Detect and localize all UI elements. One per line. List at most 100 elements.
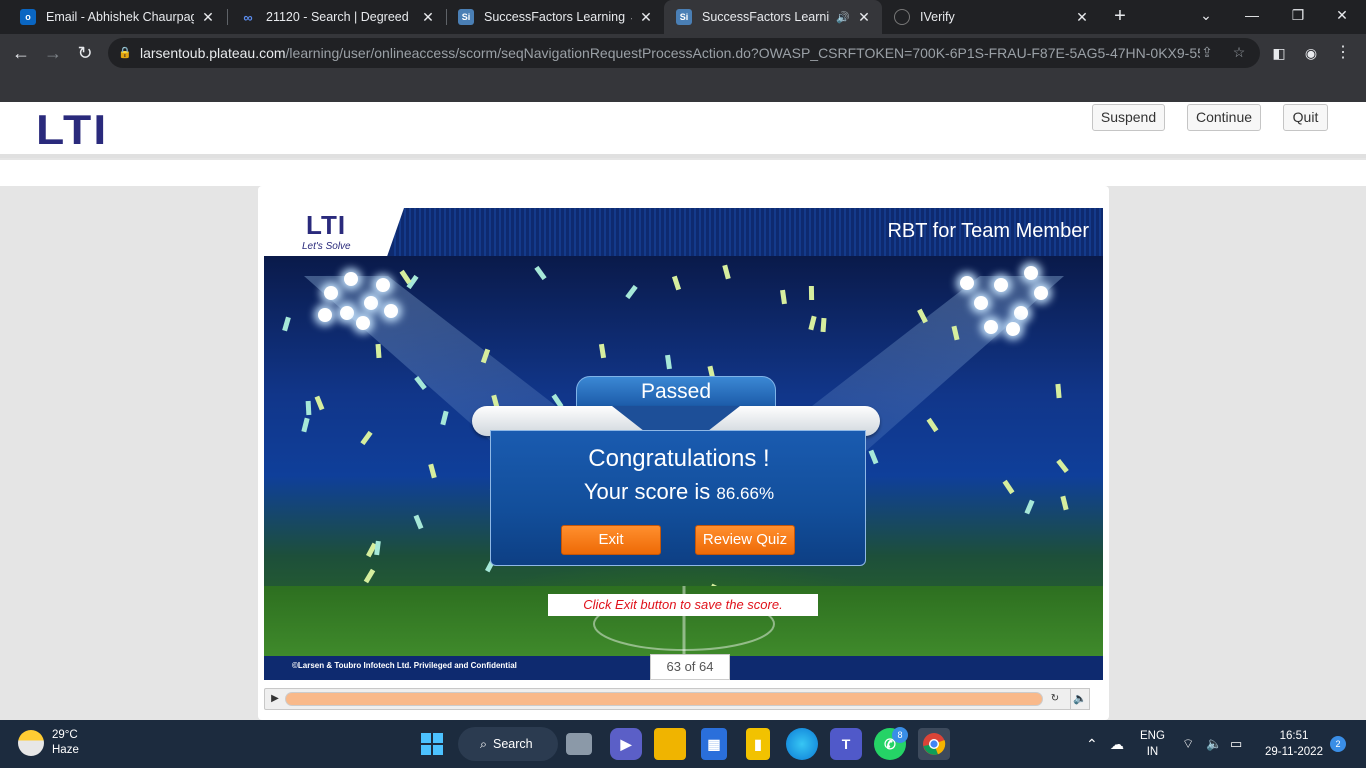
file-explorer-icon[interactable]: [654, 728, 686, 760]
tab-title: SuccessFactors Learning → Le: [484, 10, 632, 24]
taskbar-search[interactable]: ⌕ Search: [458, 727, 558, 761]
confetti-piece: [305, 400, 312, 416]
tab-title: Email - Abhishek Chaurpagar: [46, 10, 194, 24]
close-window-button[interactable]: ✕: [1322, 0, 1362, 30]
clock-time: 16:51: [1279, 730, 1309, 742]
url-path: /learning/user/onlineaccess/scorm/seqNav…: [285, 45, 1200, 61]
microsoft-store-icon[interactable]: ▦: [701, 728, 727, 760]
battery-icon[interactable]: ▭: [1230, 736, 1242, 752]
weather-widget[interactable]: 29°C Haze: [18, 728, 79, 758]
close-icon[interactable]: ✕: [1074, 9, 1090, 26]
reload-button[interactable]: ↻: [72, 40, 98, 66]
review-quiz-button[interactable]: Review Quiz: [695, 525, 795, 555]
speaker-icon[interactable]: 🔊: [836, 11, 850, 24]
tab-degreed[interactable]: ∞ 21120 - Search | Degreed ✕: [228, 0, 446, 34]
score-value: 86.66%: [716, 484, 775, 503]
volume-tray-icon[interactable]: 🔈: [1206, 736, 1222, 752]
stadium-light: [1034, 286, 1048, 300]
back-button[interactable]: ←: [8, 40, 34, 66]
address-toolbar: ← → ↻ 🔒 larsentoub.plateau.com/learning/…: [0, 34, 1366, 72]
tab-successfactors-1[interactable]: Si SuccessFactors Learning → Le ✕: [446, 0, 664, 34]
wifi-icon[interactable]: ⌔: [1182, 736, 1194, 752]
url-text[interactable]: larsentoub.plateau.com/learning/user/onl…: [140, 45, 1200, 61]
close-icon[interactable]: ✕: [200, 9, 216, 26]
tab-title: IVerify: [920, 10, 955, 24]
tab-iverify[interactable]: IVerify ✕: [882, 0, 1100, 34]
bookmark-star-icon[interactable]: ☆: [1230, 44, 1248, 62]
confetti-piece: [598, 343, 607, 359]
notification-badge[interactable]: 2: [1330, 736, 1346, 752]
browser-toolbar-strip: [0, 72, 1366, 102]
play-icon[interactable]: ▶: [267, 691, 283, 707]
confetti-piece: [314, 395, 325, 411]
replay-icon[interactable]: ↻: [1047, 691, 1063, 707]
confetti-piece: [820, 317, 827, 333]
confetti-piece: [360, 430, 373, 446]
language-indicator[interactable]: ENG IN: [1140, 728, 1165, 760]
stadium-light: [364, 296, 378, 310]
successfactors-icon: Si: [676, 9, 692, 25]
confetti-piece: [665, 354, 672, 370]
power-bi-icon[interactable]: ▮: [746, 728, 770, 760]
omnibox[interactable]: 🔒 larsentoub.plateau.com/learning/user/o…: [108, 38, 1260, 68]
tab-successfactors-active[interactable]: Si SuccessFactors Learning 🔊 ✕: [664, 0, 882, 34]
share-icon[interactable]: ⇪: [1198, 44, 1216, 62]
show-hidden-icons[interactable]: ⌃: [1086, 736, 1098, 752]
suspend-button[interactable]: Suspend: [1092, 104, 1165, 131]
stadium-light: [1024, 266, 1038, 280]
app-header: LTI Suspend Continue Quit: [0, 102, 1366, 158]
continue-button[interactable]: Continue: [1187, 104, 1261, 131]
windows-start-icon[interactable]: [416, 728, 448, 760]
close-icon[interactable]: ✕: [420, 9, 436, 26]
stadium-light: [1014, 306, 1028, 320]
haze-weather-icon: [18, 730, 44, 756]
close-icon[interactable]: ✕: [638, 9, 654, 26]
course-lti-logo: LTI: [306, 210, 347, 240]
forward-button[interactable]: →: [40, 40, 66, 66]
side-panel-icon[interactable]: ◧: [1266, 40, 1292, 66]
confetti-piece: [375, 343, 382, 359]
clock-date: 29-11-2022: [1265, 746, 1323, 758]
stadium-light: [974, 296, 988, 310]
course-title: RBT for Team Member: [887, 220, 1089, 242]
close-icon[interactable]: ✕: [856, 9, 872, 26]
confetti-piece: [428, 463, 437, 479]
teams-chat-icon[interactable]: ▶: [610, 728, 642, 760]
exit-button[interactable]: Exit: [561, 525, 661, 555]
successfactors-icon: Si: [458, 9, 474, 25]
task-view-icon[interactable]: [566, 733, 592, 755]
onedrive-icon[interactable]: ☁: [1110, 736, 1124, 752]
search-icon: ⌕: [480, 736, 488, 751]
tab-title: SuccessFactors Learning: [702, 10, 831, 24]
edge-icon[interactable]: [786, 728, 818, 760]
confetti-piece: [363, 568, 376, 584]
profile-avatar[interactable]: ◉: [1298, 40, 1324, 66]
lock-icon: 🔒: [118, 47, 132, 59]
stadium-light: [340, 306, 354, 320]
new-tab-button[interactable]: +: [1108, 5, 1132, 29]
volume-icon[interactable]: 🔈: [1070, 688, 1090, 710]
confetti-piece: [534, 265, 547, 281]
teams-icon[interactable]: T: [830, 728, 862, 760]
tab-email[interactable]: o Email - Abhishek Chaurpagar ✕: [8, 0, 226, 34]
clock[interactable]: 16:51 29-11-2022: [1262, 728, 1326, 760]
menu-kebab-icon[interactable]: ⋮: [1330, 40, 1356, 66]
iverify-icon: [894, 9, 910, 25]
tab-title: 21120 - Search | Degreed: [266, 10, 409, 24]
confetti-piece: [808, 315, 817, 331]
quit-button[interactable]: Quit: [1283, 104, 1328, 131]
progress-track[interactable]: [285, 692, 1043, 706]
outlook-icon: o: [20, 9, 36, 25]
confetti-piece: [1002, 479, 1015, 495]
confetti-piece: [808, 285, 815, 301]
result-dialog: Congratulations ! Your score is 86.66% E…: [490, 430, 866, 566]
confetti-piece: [671, 275, 682, 291]
course-player-frame: LTI Let's Solve RBT for Team Member Pass…: [258, 186, 1109, 720]
chrome-taskbar-button[interactable]: [918, 728, 950, 760]
confetti-piece: [399, 269, 412, 285]
confetti-piece: [413, 514, 424, 530]
maximize-button[interactable]: ❐: [1278, 0, 1318, 30]
tab-search-icon[interactable]: ⌄: [1186, 0, 1226, 30]
minimize-button[interactable]: —: [1232, 0, 1272, 30]
confetti-piece: [1060, 495, 1069, 511]
